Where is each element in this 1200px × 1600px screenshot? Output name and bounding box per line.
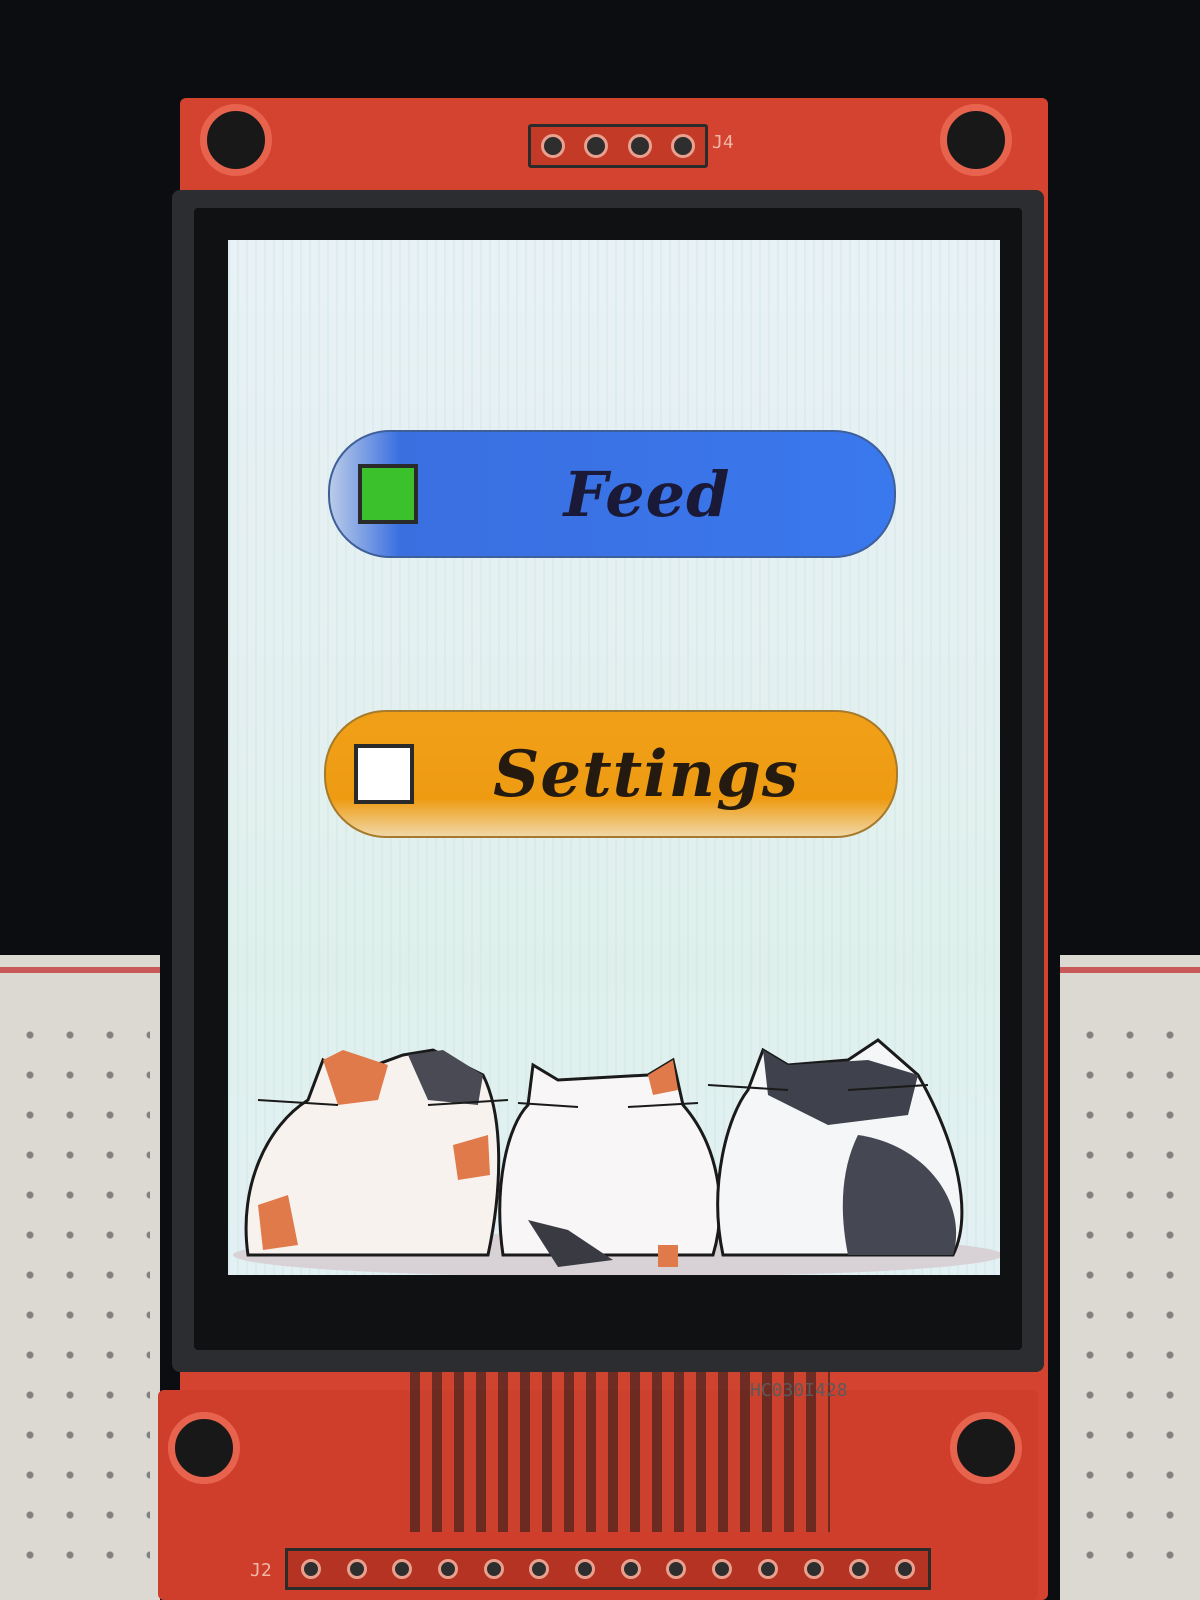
pin — [803, 1559, 824, 1579]
lcd-screen: Feed Settings — [228, 240, 1000, 1275]
pin — [483, 1559, 504, 1579]
breadboard-holes — [1070, 1015, 1190, 1590]
pcb-label-j2: J2 — [250, 1560, 272, 1581]
settings-button-label: Settings — [493, 736, 799, 812]
settings-checkbox[interactable] — [354, 744, 414, 804]
pin — [392, 1559, 413, 1579]
breadboard-right — [1060, 955, 1200, 1600]
mount-hole — [168, 1412, 240, 1484]
pin — [346, 1559, 367, 1579]
pin — [712, 1559, 733, 1579]
breadboard-rail — [0, 967, 160, 973]
white-cat-icon — [498, 1057, 722, 1267]
three-cats-illustration — [233, 1038, 1000, 1275]
pin — [584, 134, 609, 158]
feed-checkbox[interactable] — [358, 464, 418, 524]
pin — [540, 134, 565, 158]
feed-button[interactable]: Feed — [328, 430, 896, 558]
pin — [437, 1559, 458, 1579]
header-j2 — [285, 1548, 931, 1590]
pin — [300, 1559, 321, 1579]
breadboard-rail — [1060, 967, 1200, 973]
breadboard-left — [0, 955, 160, 1600]
breadboard-holes — [10, 1015, 150, 1590]
pin — [627, 134, 652, 158]
header-j4 — [528, 124, 708, 168]
pin — [529, 1559, 550, 1579]
mount-hole — [940, 104, 1012, 176]
calico-cat-icon — [244, 1048, 509, 1257]
pcb-label-code: HC030I428 — [750, 1380, 848, 1401]
pin — [620, 1559, 641, 1579]
pin — [757, 1559, 778, 1579]
pin — [671, 134, 696, 158]
mount-hole — [200, 104, 272, 176]
pin — [894, 1559, 915, 1579]
settings-button[interactable]: Settings — [324, 710, 898, 838]
feed-button-label: Feed — [563, 457, 731, 531]
pcb-label-j4: J4 — [712, 132, 734, 153]
pin — [575, 1559, 596, 1579]
mount-hole — [950, 1412, 1022, 1484]
black-white-cat-icon — [707, 1038, 964, 1257]
pin — [849, 1559, 870, 1579]
pin — [666, 1559, 687, 1579]
